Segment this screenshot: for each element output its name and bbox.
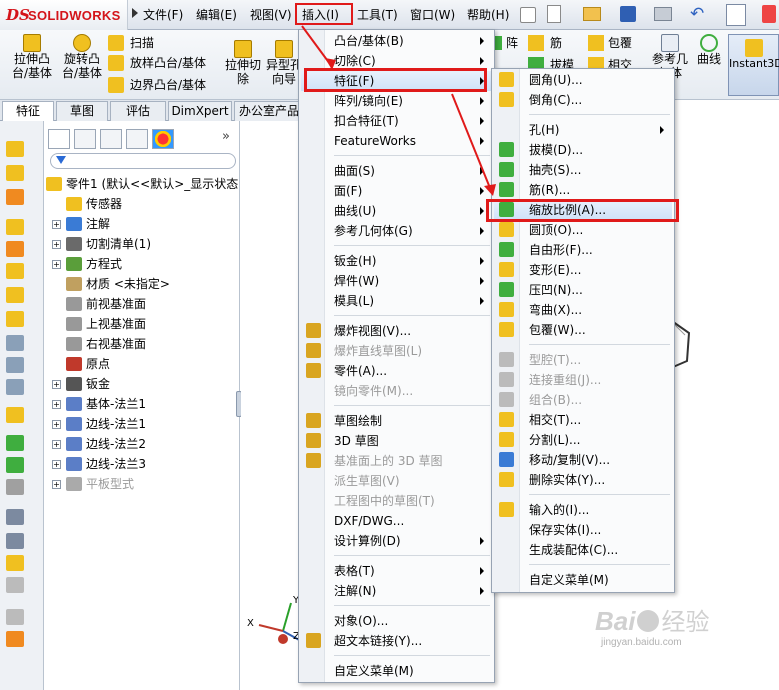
annotation-arrows	[301, 25, 496, 196]
watermark-brand2: 经验	[661, 609, 710, 636]
watermark-site: jingyan.baidu.com	[601, 637, 682, 648]
watermark-brand: Bai	[595, 606, 636, 636]
baidu-watermark: Bai 经验 jingyan.baidu.com	[595, 602, 709, 648]
paw-icon	[637, 610, 660, 632]
